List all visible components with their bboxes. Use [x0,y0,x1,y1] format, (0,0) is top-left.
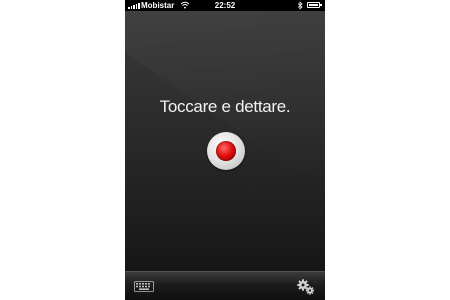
record-button[interactable] [207,132,245,170]
status-bar: Mobistar 22:52 [125,0,325,11]
bluetooth-icon [297,1,303,10]
bottom-toolbar [125,271,325,300]
gears-icon[interactable] [297,279,315,295]
dictation-area[interactable]: Toccare e dettare. [125,11,325,271]
battery-icon [307,2,322,8]
status-time: 22:52 [214,1,236,10]
phone-screen: Mobistar 22:52 Toccare e dettare. [125,0,325,300]
tap-to-dictate-prompt: Toccare e dettare. [159,97,291,116]
record-icon [216,141,236,161]
keyboard-icon[interactable] [134,281,154,292]
